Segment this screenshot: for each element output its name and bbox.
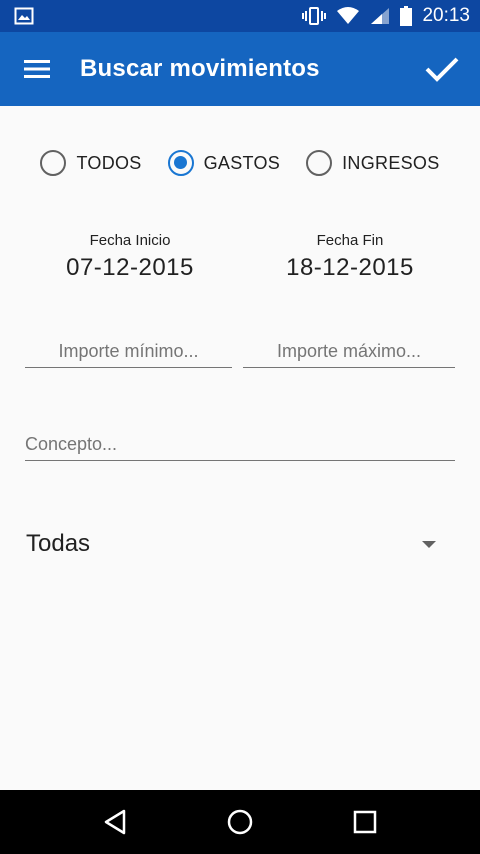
wifi-icon (336, 7, 360, 25)
navigation-bar (0, 790, 480, 854)
status-bar: 20:13 (0, 0, 480, 32)
confirm-button[interactable] (404, 32, 480, 106)
min-amount-input[interactable] (25, 340, 232, 368)
back-icon (103, 809, 127, 835)
start-date-label: Fecha Inicio (89, 232, 171, 249)
concept-input[interactable] (25, 433, 455, 461)
status-right: 20:13 (302, 5, 470, 27)
start-date-picker[interactable]: Fecha Inicio 07-12-2015 (30, 232, 230, 282)
end-date-picker[interactable]: Fecha Fin 18-12-2015 (250, 232, 450, 282)
radio-gastos[interactable]: GASTOS (167, 150, 281, 176)
check-icon (425, 56, 459, 82)
page-title: Buscar movimientos (80, 55, 320, 82)
vibrate-icon (302, 7, 327, 25)
status-time: 20:13 (422, 5, 470, 26)
hamburger-menu-icon (24, 59, 50, 79)
image-icon (14, 7, 34, 25)
end-date-label: Fecha Fin (316, 232, 384, 249)
radio-todos[interactable]: TODOS (40, 150, 141, 176)
category-selected-value: Todas (26, 530, 91, 557)
signal-icon (370, 7, 390, 25)
back-button[interactable] (83, 790, 147, 854)
status-left (14, 7, 34, 25)
radio-ingresos-label: INGRESOS (342, 152, 440, 173)
end-date-value[interactable]: 18-12-2015 (250, 254, 450, 282)
radio-todos-label: TODOS (76, 152, 142, 173)
home-button[interactable] (208, 790, 272, 854)
movement-type-radio-group: TODOS GASTOS INGRESOS (0, 150, 480, 176)
dropdown-arrow-icon (422, 540, 436, 548)
recents-button[interactable] (333, 790, 397, 854)
max-amount-input[interactable] (243, 340, 455, 368)
radio-todos-circle[interactable] (40, 150, 67, 176)
menu-button[interactable] (0, 32, 76, 106)
category-dropdown[interactable]: Todas (26, 522, 446, 566)
radio-gastos-circle[interactable] (167, 150, 194, 176)
home-icon (227, 809, 253, 835)
recents-icon (353, 810, 377, 834)
battery-icon (400, 6, 413, 26)
app-bar: Buscar movimientos (0, 32, 480, 106)
radio-ingresos-circle[interactable] (306, 150, 333, 176)
radio-ingresos[interactable]: INGRESOS (306, 150, 439, 176)
start-date-value[interactable]: 07-12-2015 (30, 254, 230, 282)
radio-gastos-label: GASTOS (203, 152, 281, 173)
